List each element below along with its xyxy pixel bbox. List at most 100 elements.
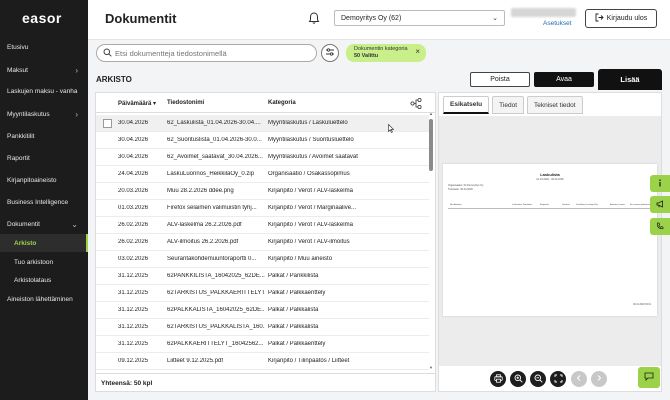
document-column: Veroton (562, 204, 570, 206)
table-row[interactable]: 31.12.2025 62TARKISTUS_PALKKAERITTELYT...… (96, 285, 429, 302)
open-button[interactable]: Avaa (534, 72, 594, 87)
filter-button[interactable] (321, 44, 339, 62)
table-row[interactable]: 01.03.2026 Firefox selaimen välimuistin t… (96, 200, 429, 217)
bell-icon[interactable] (307, 11, 321, 25)
delete-button[interactable]: Poista (470, 72, 530, 87)
cell-category: Palkat / Palkkaerittely (268, 341, 326, 347)
table-scrollbar[interactable]: ▲ ▼ (429, 111, 433, 370)
fullscreen-button[interactable] (550, 371, 566, 387)
add-button[interactable]: Lisää (598, 69, 662, 90)
sidebar-item-arkistolataus[interactable]: Arkistolataus (0, 271, 88, 289)
chat-button[interactable] (638, 367, 660, 388)
section-title: ARKISTO (96, 75, 132, 84)
table-row[interactable]: 31.12.2025 62PALKKAERITTELYT_16042562... P… (96, 336, 429, 353)
app-logo[interactable]: easor (22, 10, 62, 26)
cell-category: Myyntilaskutus / Suoritusluettelo (268, 137, 354, 143)
user-name-redacted (511, 8, 576, 17)
cell-date: 31.12.2025 (118, 341, 149, 347)
logout-icon (595, 13, 604, 24)
table-header: Päivämäärä ▾ Tiedostonimi Kategoria (96, 93, 435, 113)
cell-date: 24.04.2026 (118, 171, 149, 177)
column-header-file[interactable]: Tiedostonimi (167, 100, 204, 106)
table-row[interactable]: 30.04.2026 62_Laskulista_01.04.2026-30.04… (96, 115, 429, 132)
fullscreen-icon (554, 374, 563, 385)
table-row[interactable]: 31.12.2025 62PANKKILISTA_16042025_62DE...… (96, 268, 429, 285)
cell-category: Organisaatio / Osakassopimus (268, 171, 350, 177)
tab-tekniset-tiedot[interactable]: Tekniset tiedot (527, 96, 583, 114)
next-page-icon (595, 374, 603, 384)
cell-category: Palkat / Palkkalista (268, 307, 319, 313)
phone-side-tab[interactable] (650, 218, 670, 235)
cell-filename: 62_Avoimet_saatavat_30.04.2026... (167, 154, 263, 160)
sidebar-item-etusivu[interactable]: Etusivu (0, 38, 88, 56)
settings-link[interactable]: Asetukset (543, 20, 572, 27)
hierarchy-icon[interactable] (410, 97, 422, 111)
sidebar-item-laskujen-maksu[interactable]: Laskujen maksu - vanha (0, 82, 88, 100)
prev-page-button[interactable] (571, 371, 587, 387)
tab-tiedot[interactable]: Tiedot (492, 96, 524, 114)
table-row[interactable]: 20.03.2026 Muu 28.2.2026 ddee.png Kirjanpi… (96, 183, 429, 200)
cell-date: 03.02.2026 (118, 256, 149, 262)
row-checkbox[interactable] (103, 119, 112, 128)
sidebar-item-tuo-arkistoon[interactable]: Tuo arkistoon (0, 253, 88, 271)
document-column: Avoinna Luotot (610, 204, 625, 206)
cell-category: Palkat / Palkkalista (268, 324, 319, 330)
document-page: Laskulista 01.04.2026 - 30.04.2026 Organ… (443, 164, 657, 316)
sidebar-item-aineiston-lahettaminen[interactable]: Aineiston lähettäminen (0, 290, 88, 308)
column-header-date[interactable]: Päivämäärä ▾ (118, 100, 156, 107)
company-select[interactable]: Demoyritys Oy (62) ⌄ (334, 10, 505, 26)
cell-date: 31.12.2025 (118, 324, 149, 330)
table-row[interactable]: 03.02.2026 Seurantakohdemuuntoraportti 0.… (96, 251, 429, 268)
search-input[interactable] (115, 48, 305, 58)
sidebar-item-myyntilaskutus[interactable]: Myyntilaskutus › (0, 105, 88, 123)
print-icon (493, 373, 503, 385)
zoom-in-button[interactable] (510, 371, 526, 387)
info-side-tab[interactable] (650, 175, 670, 192)
table-row[interactable]: 31.12.2025 62PALKKALISTA_16042025_62DE...… (96, 302, 429, 319)
sidebar-item-maksut[interactable]: Maksut › (0, 61, 88, 79)
tab-esikatselu[interactable]: Esikatselu (443, 96, 490, 114)
next-page-button[interactable] (591, 371, 607, 387)
search-bar[interactable] (96, 44, 317, 62)
table-row[interactable]: 30.04.2026 62_Avoimet_saatavat_30.04.2026… (96, 149, 429, 166)
logout-button[interactable]: Kirjaudu ulos (585, 9, 657, 28)
table-row[interactable]: 09.12.2025 Liitteet 9.12.2025.pdf Kirjanpi… (96, 353, 429, 370)
sidebar-item-raportit[interactable]: Raportit (0, 149, 88, 167)
table-row[interactable]: 30.04.2026 62_Suorituslista_01.04.2026-30… (96, 132, 429, 149)
search-icon (103, 48, 112, 59)
document-preview-area[interactable]: Laskulista 01.04.2026 - 30.04.2026 Organ… (439, 116, 661, 366)
announcement-side-tab[interactable] (650, 196, 670, 213)
document-column: Verollinen Laskuja Erä (576, 204, 598, 206)
sidebar-item-arkisto[interactable]: Arkisto (0, 234, 88, 252)
table-row[interactable]: 26.02.2026 ALV-ilmoitus 26.2.2026.pdf Kirj… (96, 234, 429, 251)
scroll-down-icon[interactable]: ▼ (429, 365, 433, 370)
table-footer-total: Yhteensä: 50 kpl (96, 373, 435, 392)
cell-category: Kirjanpito / Tilinpäätös / Liitteet (268, 358, 350, 364)
table-row[interactable]: 26.02.2026 ALV-laskelma 26.2.2026.pdf Kirj… (96, 217, 429, 234)
cell-category: Kirjanpito / Verot / ALV-laskelma (268, 222, 353, 228)
cell-filename: Seurantakohdemuuntoraportti 0... (167, 256, 257, 262)
sidebar-item-kirjanpitoaineisto[interactable]: Kirjanpitoaineisto (0, 171, 88, 189)
company-select-value: Demoyritys Oy (62) (341, 14, 402, 22)
sidebar-item-label: Raportit (7, 154, 30, 162)
zoom-out-button[interactable] (530, 371, 546, 387)
table-row[interactable]: 31.12.2025 62TARKISTUS_PALKKALISTA_160...… (96, 319, 429, 336)
cell-date: 31.12.2025 (118, 290, 149, 296)
cell-category: Kirjanpito / Verot / Marginaalive... (268, 205, 357, 211)
info-icon (657, 178, 663, 189)
sidebar-item-pankkitilit[interactable]: Pankkitilit (0, 127, 88, 145)
table-row[interactable]: 24.04.2026 LaskuLuonnos_HeikkiläOy_0.zip O… (96, 166, 429, 183)
close-icon[interactable]: × (415, 48, 420, 56)
sidebar-item-business-intelligence[interactable]: Business Intelligence (0, 193, 88, 211)
scroll-thumb[interactable] (429, 119, 433, 171)
cell-category: Kirjanpito / Verot / ALV-laskelma (268, 188, 353, 194)
document-subtitle: 01.04.2026 - 30.04.2026 (536, 178, 564, 181)
column-header-category[interactable]: Kategoria (268, 100, 296, 106)
category-filter-chip[interactable]: Dokumentin kategoria 50 Valittu × (346, 44, 426, 62)
print-button[interactable] (490, 371, 506, 387)
zoom-out-icon (534, 374, 543, 385)
cell-filename: ALV-ilmoitus 26.2.2026.pdf (167, 239, 239, 245)
sidebar-item-dokumentit[interactable]: Dokumentit ⌄ (0, 215, 88, 233)
cell-category: Kirjanpito / Muu aineisto (268, 256, 333, 262)
scroll-up-icon[interactable]: ▲ (429, 111, 433, 116)
